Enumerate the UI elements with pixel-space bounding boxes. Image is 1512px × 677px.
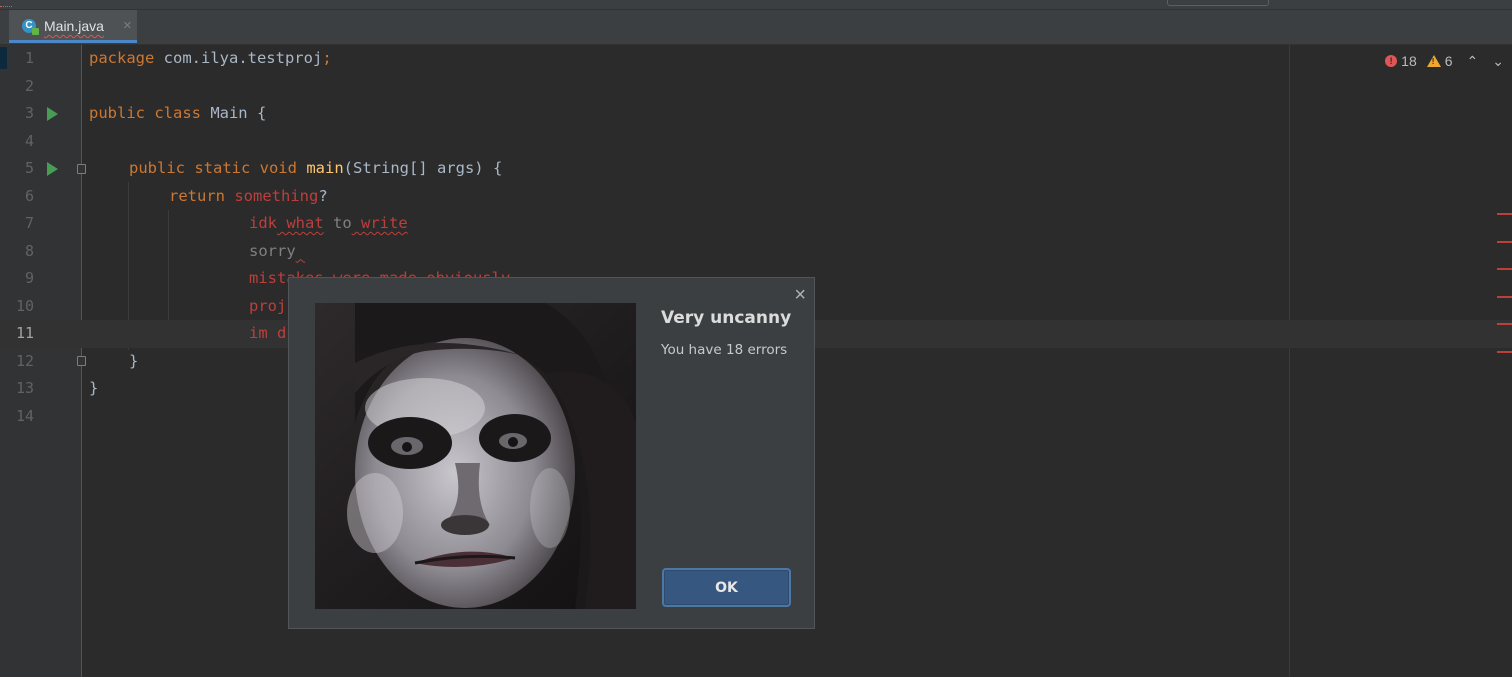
code-token: (String[] args) { [343,159,503,177]
previous-highlight-button[interactable]: ⌃ [1467,53,1479,70]
line-number: 12 [15,351,34,370]
code-token: sorry [249,241,296,260]
code-line: 1 package com.ilya.testproj; [0,45,1512,73]
line-number: 10 [15,296,34,315]
line-number: 14 [15,406,34,425]
line-number: 11 [15,324,34,342]
line-number: 1 [24,49,34,67]
error-dialog: × Very uncanny You have 18 errors OK [288,277,815,629]
error-stripe-mark[interactable] [1497,268,1512,270]
code-token: something [234,186,319,205]
code-line: 6 return something? [0,183,1512,211]
code-token: ; [322,49,332,67]
line-number: 9 [24,269,34,287]
run-icon[interactable] [47,162,58,176]
code-line: 5 public static void main(String[] args)… [0,155,1512,183]
error-stripe-mark[interactable] [1497,351,1512,353]
code-token: what [277,214,324,232]
code-line: 7 idk what to write [0,210,1512,238]
code-token: } [129,351,139,370]
close-icon[interactable]: × [794,284,806,307]
tab-filename: Main.java [44,18,104,34]
dialog-title: Very uncanny [661,308,792,328]
code-line: 8 sorry [0,238,1512,266]
code-token: public static void [129,159,297,177]
close-icon[interactable]: × [123,17,132,34]
code-token: ? [318,186,328,205]
line-number: 4 [24,131,34,150]
editor-tab-bar: C Main.java × [0,10,1512,45]
error-count: 18 [1401,53,1417,69]
line-number: 2 [24,76,34,95]
line-number: 7 [24,214,34,232]
code-token: } [89,379,99,397]
toolbar-strip [0,0,1512,10]
code-token: com.ilya.testproj [154,49,323,67]
code-token: Main { [200,104,267,122]
warning-icon: ! [1426,55,1441,67]
fold-icon[interactable] [77,355,86,366]
run-icon[interactable] [47,107,58,121]
line-number: 3 [24,104,34,122]
toolbar-error-underline [0,3,12,7]
next-highlight-button[interactable]: ⌄ [1492,53,1504,70]
code-line: 3 public class Main { [0,100,1512,128]
code-token: proj [249,296,287,315]
dialog-message: You have 18 errors [661,342,788,358]
code-token: im [249,324,268,342]
code-token: idk [249,214,277,232]
code-token: to [323,214,352,232]
code-token: package [89,49,155,67]
line-number: 5 [24,159,34,177]
uncanny-face-image [315,303,636,609]
code-token: d [267,324,287,342]
toolbar-field[interactable] [1167,0,1269,6]
line-number: 13 [15,379,34,397]
error-stripe-mark[interactable] [1497,241,1512,243]
code-token: main [306,159,344,177]
error-stripe-mark[interactable] [1497,296,1512,298]
error-icon: ! [1385,55,1398,67]
line-number: 8 [24,241,34,260]
code-token: write [351,214,408,232]
inspection-widget[interactable]: ! 18 ! 6 ⌃ ⌄ [1385,52,1504,70]
ok-button[interactable]: OK [662,568,791,607]
code-line: 4 [0,128,1512,156]
code-token: public class [89,104,201,122]
code-line: 2 [0,73,1512,101]
line-number: 6 [24,186,34,205]
error-stripe-mark[interactable] [1497,323,1512,325]
error-stripe-mark[interactable] [1497,213,1512,215]
code-token: return [169,186,225,205]
java-class-icon: C [22,19,39,35]
warning-count: 6 [1444,53,1453,69]
tab-main-java[interactable]: C Main.java × [9,10,137,43]
fold-icon[interactable] [77,164,86,174]
